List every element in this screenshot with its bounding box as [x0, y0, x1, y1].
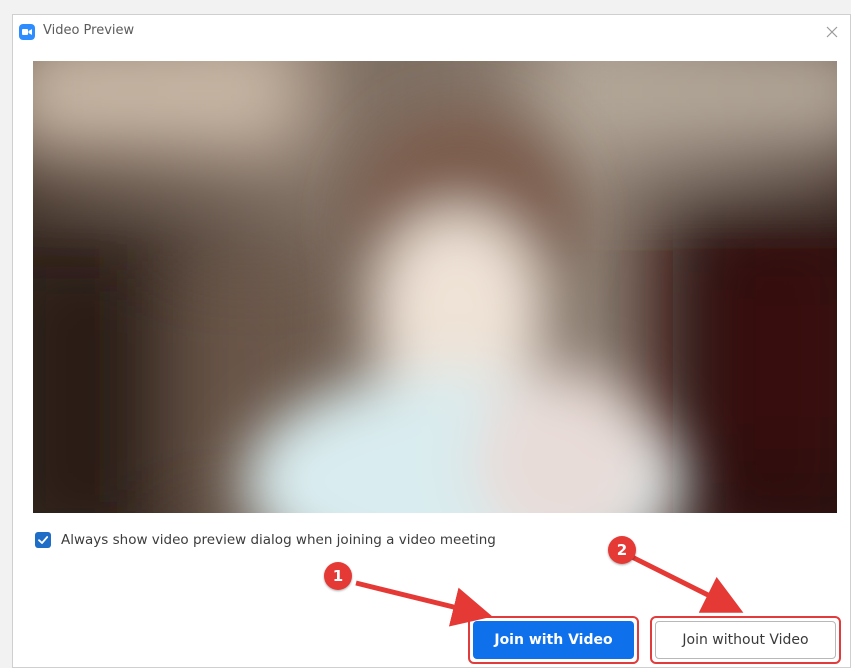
join-with-video-button[interactable]: Join with Video	[468, 616, 639, 664]
always-show-preview-checkbox[interactable]	[35, 532, 51, 548]
close-icon[interactable]	[820, 20, 844, 44]
always-show-preview-label: Always show video preview dialog when jo…	[61, 532, 496, 548]
title-bar: Video Preview	[13, 15, 850, 51]
join-without-video-button[interactable]: Join without Video	[650, 616, 841, 664]
camera-feed-image	[33, 61, 837, 513]
video-preview-area	[33, 61, 837, 513]
join-without-video-label: Join without Video	[655, 621, 836, 659]
join-with-video-label: Join with Video	[473, 621, 634, 659]
zoom-camera-icon	[19, 24, 35, 40]
always-show-preview-option[interactable]: Always show video preview dialog when jo…	[35, 529, 496, 551]
check-icon	[38, 536, 49, 544]
video-preview-dialog: Video Preview Always show video preview …	[12, 14, 851, 668]
window-title: Video Preview	[43, 23, 135, 38]
